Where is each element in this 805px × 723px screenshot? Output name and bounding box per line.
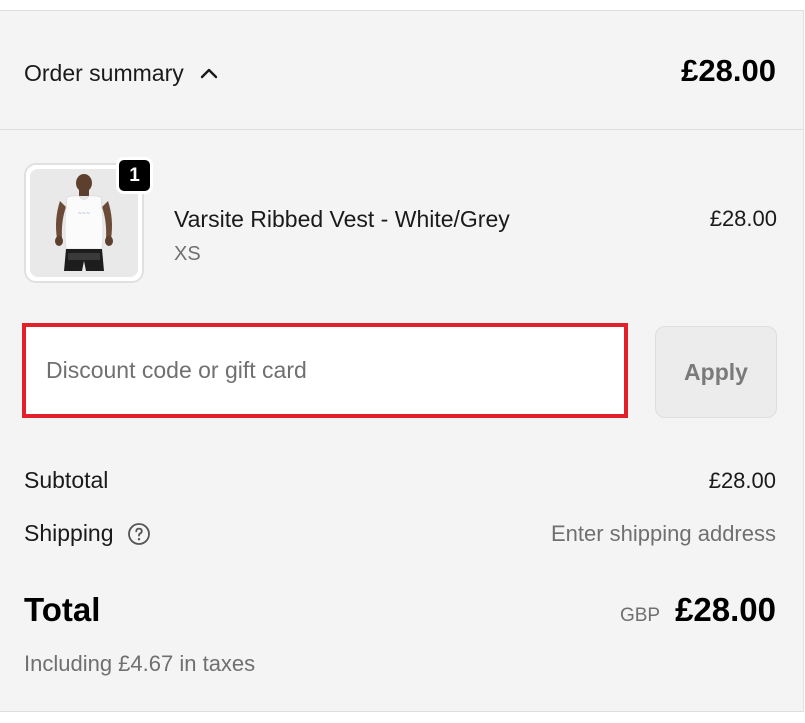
subtotal-value: £28.00: [708, 468, 776, 493]
line-item: ~~~ 1 Varsite Ribbed Vest - White/Grey X…: [24, 157, 777, 287]
subtotal-label: Subtotal: [24, 467, 109, 493]
apply-discount-button[interactable]: Apply: [655, 326, 777, 418]
svg-text:~~~: ~~~: [78, 211, 91, 217]
total-amount-group: GBP £28.00: [620, 591, 776, 629]
total-label: Total: [24, 591, 101, 628]
shipping-label: Shipping: [24, 520, 114, 546]
order-summary-toggle[interactable]: Order summary: [24, 57, 218, 89]
product-price: £28.00: [709, 206, 777, 231]
total-amount: £28.00: [675, 591, 776, 628]
tax-note: Including £4.67 in taxes: [24, 651, 256, 676]
product-name: Varsite Ribbed Vest - White/Grey: [174, 206, 510, 232]
question-circle-icon[interactable]: [127, 522, 151, 546]
order-summary-toggle-label: Order summary: [24, 59, 184, 86]
order-summary-header: Order summary £28.00: [0, 11, 803, 130]
shipping-value: Enter shipping address: [550, 521, 776, 546]
quantity-badge: 1: [116, 157, 153, 194]
discount-code-input[interactable]: [26, 327, 624, 414]
chevron-up-icon: [200, 67, 218, 79]
order-summary-total: £28.00: [681, 53, 776, 88]
product-variant: XS: [174, 243, 201, 265]
shipping-row: Shipping: [24, 520, 151, 547]
currency-code: GBP: [619, 605, 661, 626]
order-summary-panel: Order summary £28.00 ~~~ 1 Varsite Ribbe…: [0, 10, 804, 712]
discount-field-highlight: [22, 323, 628, 418]
